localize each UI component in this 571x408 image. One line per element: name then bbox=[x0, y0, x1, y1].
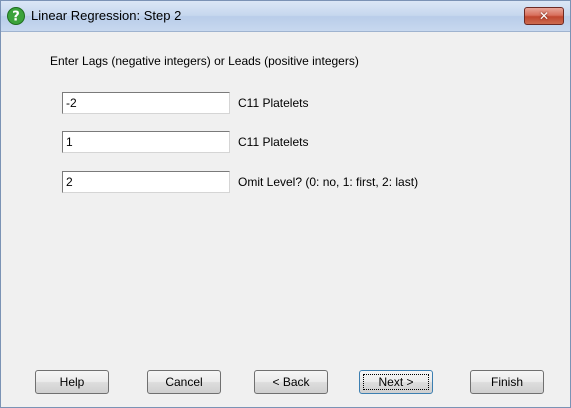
dialog-content: Enter Lags (negative integers) or Leads … bbox=[1, 32, 570, 407]
omit-level-input[interactable]: 2 bbox=[62, 171, 230, 193]
finish-button[interactable]: Finish bbox=[470, 370, 544, 394]
lag-input-1[interactable]: -2 bbox=[62, 92, 230, 114]
close-icon: ✕ bbox=[538, 9, 550, 23]
help-button-label: Help bbox=[59, 375, 85, 389]
omit-level-label: Omit Level? (0: no, 1: first, 2: last) bbox=[238, 175, 419, 189]
help-circle-icon: ? bbox=[7, 7, 25, 25]
lag-input-2[interactable]: 1 bbox=[62, 131, 230, 153]
instruction-text: Enter Lags (negative integers) or Leads … bbox=[50, 54, 359, 68]
title-bar[interactable]: ? Linear Regression: Step 2 ✕ bbox=[1, 1, 570, 32]
cancel-button[interactable]: Cancel bbox=[147, 370, 221, 394]
svg-text:?: ? bbox=[12, 10, 20, 25]
window-title: Linear Regression: Step 2 bbox=[31, 8, 182, 23]
back-button-label: < Back bbox=[272, 375, 310, 389]
next-button-label: Next > bbox=[378, 375, 414, 389]
lag-label-1: C11 Platelets bbox=[238, 96, 309, 110]
help-button[interactable]: Help bbox=[35, 370, 109, 394]
close-button[interactable]: ✕ bbox=[524, 7, 564, 25]
lag-label-2: C11 Platelets bbox=[238, 135, 309, 149]
finish-button-label: Finish bbox=[490, 375, 523, 389]
next-button[interactable]: Next > bbox=[359, 370, 433, 394]
back-button[interactable]: < Back bbox=[254, 370, 328, 394]
cancel-button-label: Cancel bbox=[165, 375, 203, 389]
dialog-window: ? Linear Regression: Step 2 ✕ Enter Lags… bbox=[0, 0, 571, 408]
